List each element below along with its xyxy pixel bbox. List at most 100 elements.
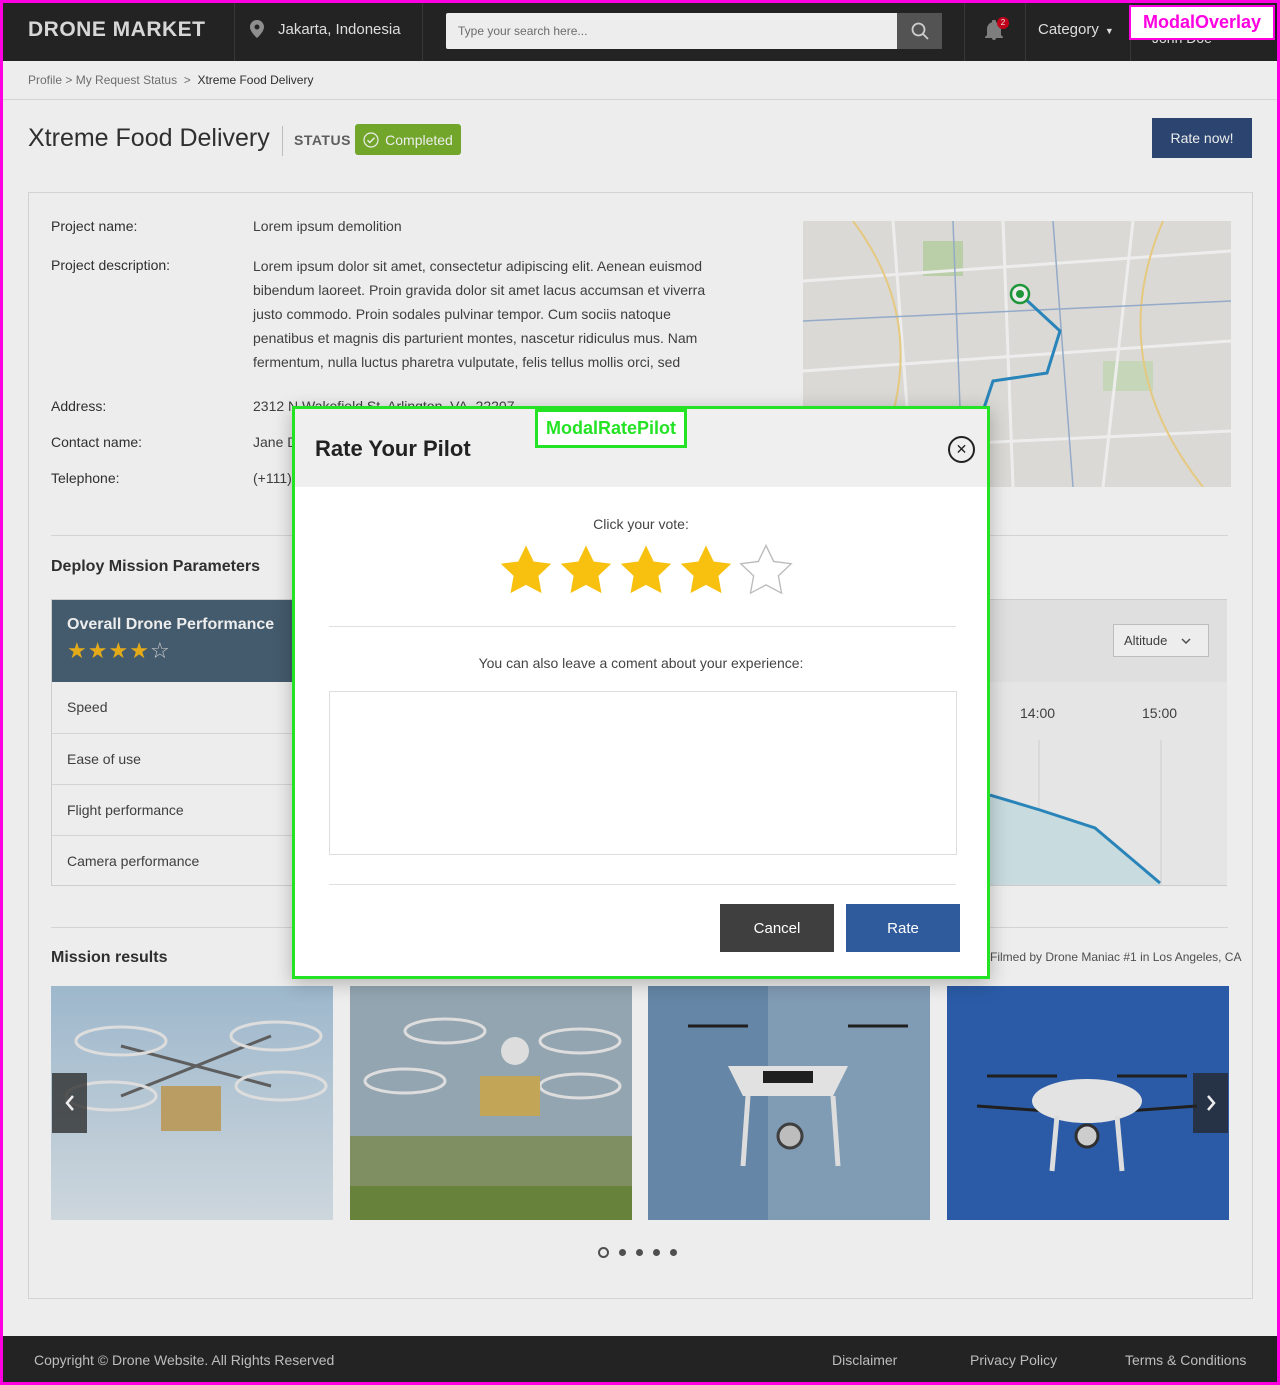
star-filled-icon: ★ <box>87 638 109 663</box>
cancel-button[interactable]: Cancel <box>720 904 834 952</box>
divider <box>234 0 235 61</box>
address-label: Address: <box>51 398 107 414</box>
description-line: fermentum, nulla luctus pharetra vulputa… <box>253 354 681 370</box>
drone-photo <box>350 986 632 1220</box>
rate-pilot-modal: Rate Your Pilot ✕ ModalRatePilot Click y… <box>292 406 990 979</box>
star-empty-icon[interactable] <box>739 544 793 596</box>
pagination-dot[interactable] <box>619 1249 626 1256</box>
footer: Copyright © Drone Website. All Rights Re… <box>0 1336 1280 1385</box>
chevron-left-icon <box>64 1095 74 1111</box>
modal-tag: ModalRatePilot <box>535 409 688 448</box>
gallery-prev-button[interactable] <box>52 1073 87 1133</box>
category-label: Category <box>1038 21 1099 38</box>
telephone-value: (+111) <box>253 470 292 486</box>
close-button[interactable]: ✕ <box>948 436 975 463</box>
comment-label: You can also leave a coment about your e… <box>478 655 804 671</box>
altitude-label: Altitude <box>1124 633 1168 648</box>
description-line: Lorem ipsum dolor sit amet, consectetur … <box>253 258 703 274</box>
top-navbar: DRONE MARKET Jakarta, Indonesia 2 Catego… <box>0 0 1280 61</box>
performance-rating: ★★★★☆ <box>67 638 171 664</box>
star-filled-icon[interactable] <box>679 544 733 596</box>
star-filled-icon[interactable] <box>559 544 613 596</box>
description-line: justo commodo. Proin sodales pulvinar te… <box>253 306 671 322</box>
footer-link-disclaimer[interactable]: Disclaimer <box>832 1352 897 1368</box>
modal-title: Rate Your Pilot <box>315 436 471 461</box>
comment-textarea[interactable] <box>329 691 957 855</box>
time-label: 15:00 <box>1142 705 1178 721</box>
status-text: Completed <box>385 131 453 148</box>
description-line: penatibus et magnis dis parturient monte… <box>253 330 698 346</box>
divider <box>0 99 1280 100</box>
drone-photo <box>648 986 930 1220</box>
search-input[interactable] <box>446 13 896 49</box>
project-name-value: Lorem ipsum demolition <box>253 218 402 234</box>
telephone-label: Telephone: <box>51 470 120 486</box>
star-filled-icon: ★ <box>129 638 150 663</box>
category-dropdown[interactable]: Category ▼ <box>1038 21 1114 38</box>
location-selector[interactable]: Jakarta, Indonesia <box>250 20 401 38</box>
vote-label: Click your vote: <box>593 516 689 532</box>
check-circle-icon <box>363 131 379 148</box>
overlay-tag: ModalOverlay <box>1128 5 1275 40</box>
map-pin-icon <box>250 20 264 38</box>
altitude-dropdown[interactable]: Altitude <box>1113 624 1209 657</box>
divider <box>1025 0 1026 61</box>
copyright-text: Copyright © Drone Website. All Rights Re… <box>34 1352 335 1368</box>
drone-photo <box>51 986 333 1220</box>
search-icon <box>911 22 929 40</box>
breadcrumb-item[interactable]: Profile <box>28 73 62 87</box>
status-badge: Completed <box>355 124 461 155</box>
chevron-down-icon <box>1181 637 1191 644</box>
search-bar <box>446 13 942 49</box>
star-filled-icon[interactable] <box>499 544 553 596</box>
project-description-label: Project description: <box>51 257 171 273</box>
close-icon: ✕ <box>955 441 968 457</box>
gallery-pagination <box>598 1247 677 1258</box>
star-filled-icon: ★ <box>108 638 130 663</box>
pagination-dot[interactable] <box>636 1249 643 1256</box>
gallery-image[interactable] <box>648 986 930 1220</box>
performance-title: Overall Drone Performance <box>67 616 275 633</box>
performance-row[interactable]: Ease of use <box>52 733 293 784</box>
footer-link-privacy[interactable]: Privacy Policy <box>970 1352 1057 1368</box>
status-label: STATUS <box>294 132 351 148</box>
divider <box>964 0 965 61</box>
performance-row[interactable]: Flight performance <box>52 784 293 835</box>
time-label: 14:00 <box>1020 705 1056 721</box>
gallery-next-button[interactable] <box>1193 1073 1228 1133</box>
pagination-dot[interactable] <box>653 1249 660 1256</box>
star-filled-icon[interactable] <box>619 544 673 596</box>
drone-photo <box>947 986 1229 1220</box>
gallery-image[interactable] <box>947 986 1229 1220</box>
contact-label: Contact name: <box>51 434 143 450</box>
rate-button[interactable]: Rate <box>846 904 960 952</box>
description-line: bibendum laoreet. Proin gravida dolor si… <box>253 282 706 298</box>
contact-value: Jane D <box>253 434 298 450</box>
gallery-image[interactable] <box>350 986 632 1220</box>
notification-badge: 2 <box>997 17 1009 29</box>
rate-now-button[interactable]: Rate now! <box>1152 118 1252 158</box>
breadcrumb: Profile > My Request Status > Xtreme Foo… <box>28 73 314 87</box>
divider <box>282 126 283 156</box>
chevron-right-icon <box>1206 1095 1216 1111</box>
mission-params-title: Deploy Mission Parameters <box>51 558 260 575</box>
caret-down-icon: ▼ <box>1104 26 1114 36</box>
breadcrumb-item[interactable]: My Request Status <box>76 73 177 87</box>
project-description-value: Lorem ipsum dolor sit amet, consectetur … <box>253 254 753 374</box>
performance-header: Overall Drone Performance ★★★★☆ <box>52 600 293 682</box>
pagination-dot-active[interactable] <box>598 1247 609 1258</box>
notifications-button[interactable]: 2 <box>985 17 1009 45</box>
page-title: Xtreme Food Delivery <box>28 124 270 152</box>
breadcrumb-current: Xtreme Food Delivery <box>197 73 314 87</box>
divider <box>422 0 423 61</box>
performance-row[interactable]: Camera performance <box>52 835 293 886</box>
star-rating <box>499 544 793 596</box>
footer-link-terms[interactable]: Terms & Conditions <box>1125 1352 1246 1368</box>
performance-row[interactable]: Speed <box>52 682 293 733</box>
site-logo[interactable]: DRONE MARKET <box>28 18 206 42</box>
search-button[interactable] <box>897 13 942 49</box>
pagination-dot[interactable] <box>670 1249 677 1256</box>
gallery-image[interactable] <box>51 986 333 1220</box>
star-empty-icon: ☆ <box>149 638 171 663</box>
star-filled-icon: ★ <box>67 638 88 663</box>
